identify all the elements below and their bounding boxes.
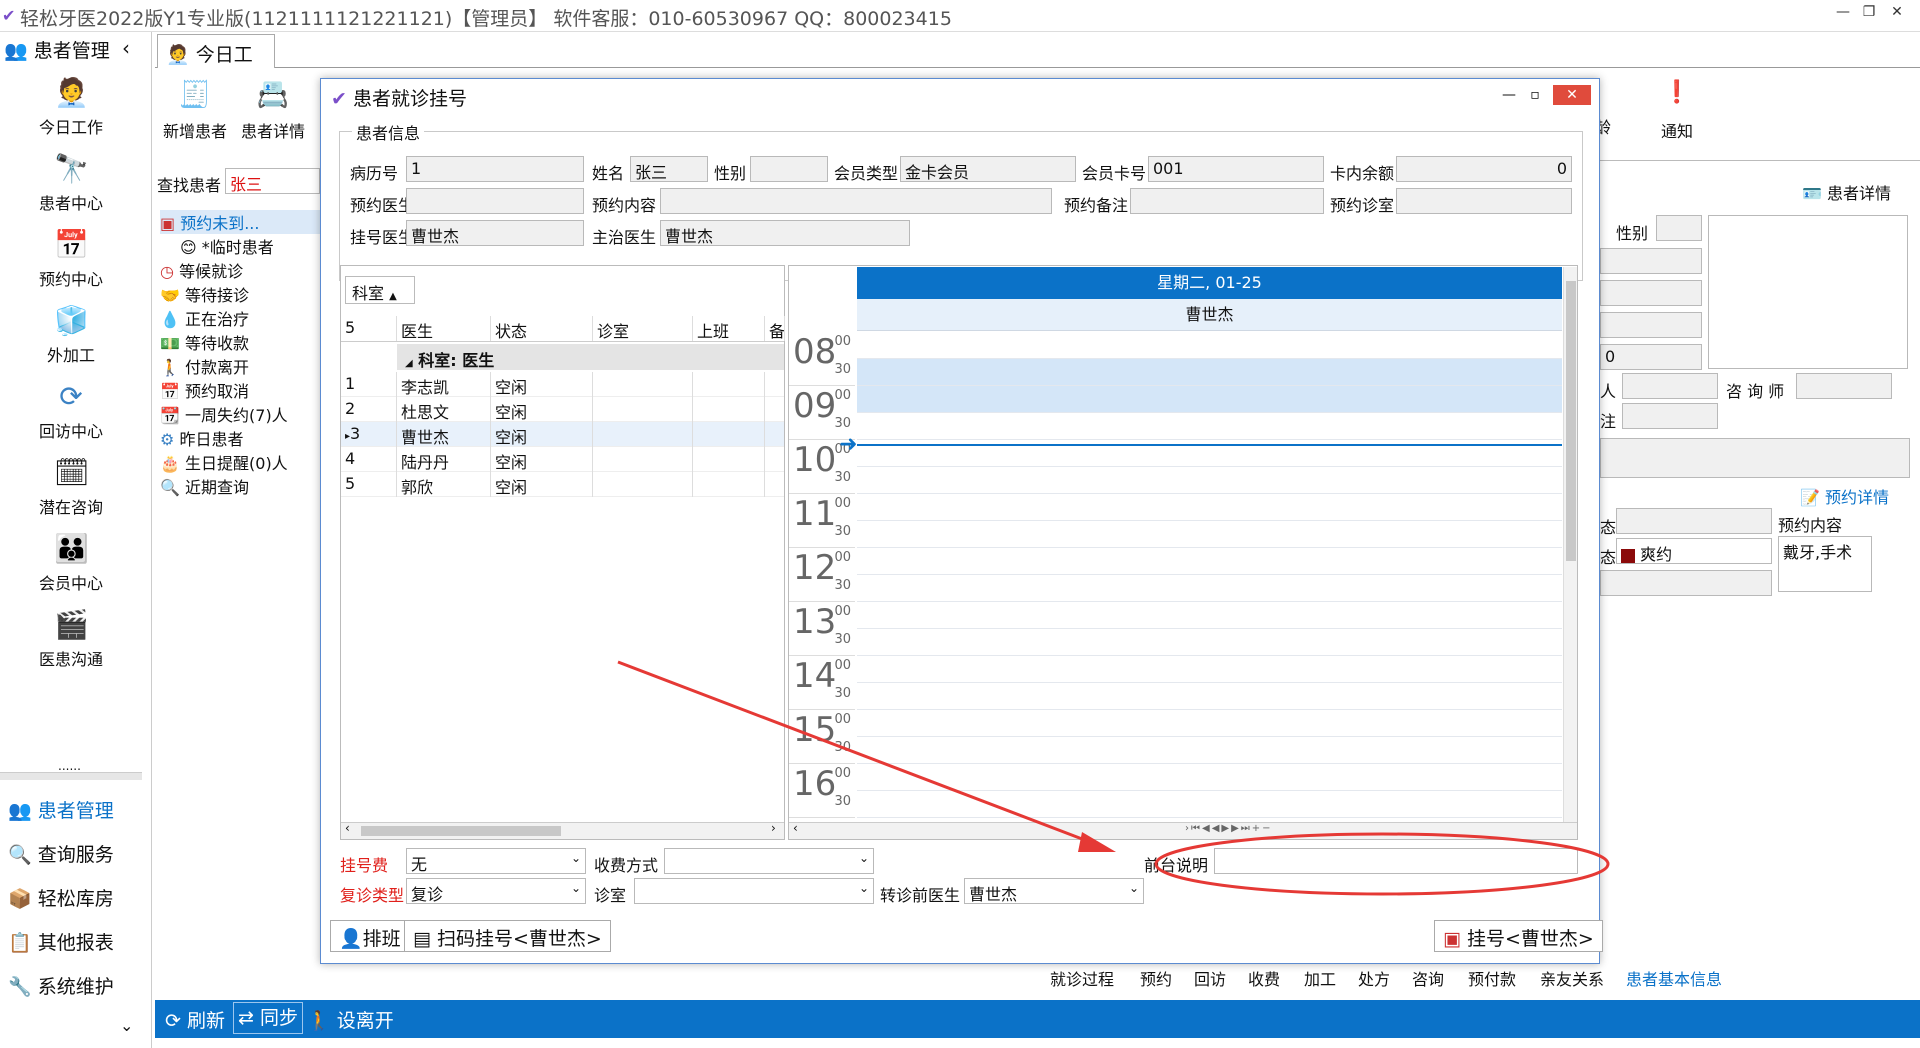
annotation-arrow-line — [617, 660, 1091, 844]
annotation-ellipse — [1154, 832, 1610, 896]
annotation-overlay — [617, 660, 1610, 896]
annotation-arrowhead — [1078, 832, 1116, 852]
